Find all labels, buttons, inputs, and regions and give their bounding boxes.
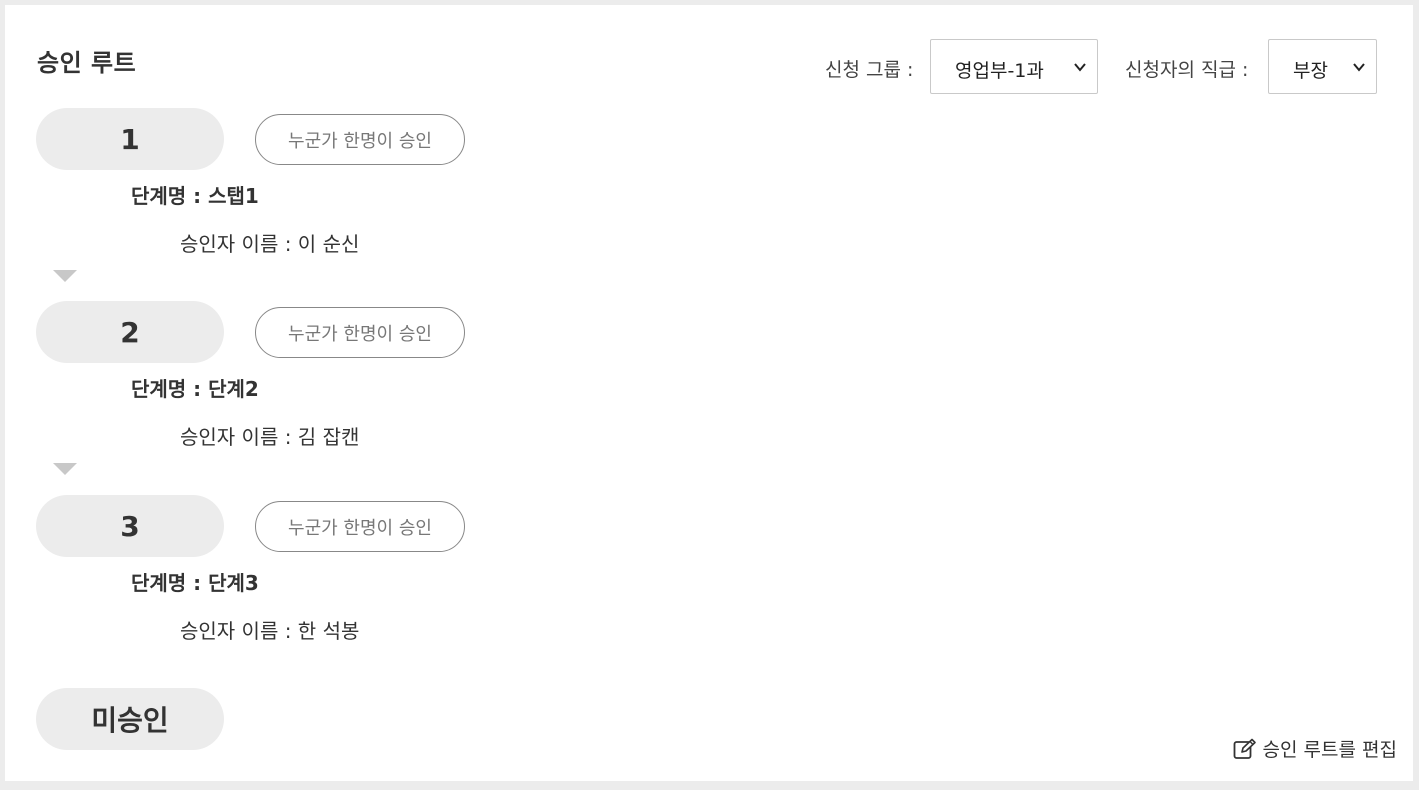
page-title: 승인 루트 bbox=[37, 49, 137, 77]
step-number-badge: 2 bbox=[36, 301, 224, 363]
step-number-badge: 3 bbox=[36, 495, 224, 557]
approver-name: 승인자 이름 : 이 순신 bbox=[180, 232, 360, 256]
chevron-down-icon bbox=[1074, 63, 1086, 72]
approval-rule-badge: 누군가 한명이 승인 bbox=[255, 114, 465, 165]
group-label: 신청 그룹 : bbox=[825, 59, 914, 81]
approver-name: 승인자 이름 : 한 석봉 bbox=[180, 619, 360, 643]
edit-route-link[interactable]: 승인 루트를 편집 bbox=[1233, 735, 1397, 762]
approver-name: 승인자 이름 : 김 잡캔 bbox=[180, 425, 360, 449]
arrow-down-icon bbox=[53, 270, 77, 282]
approval-rule-badge: 누군가 한명이 승인 bbox=[255, 307, 465, 358]
step-name: 단계명 : 단계2 bbox=[131, 377, 259, 401]
rank-select[interactable]: 부장 bbox=[1268, 39, 1377, 94]
rank-label: 신청자의 직급 : bbox=[1125, 59, 1249, 81]
group-select-value: 영업부-1과 bbox=[955, 60, 1044, 82]
edit-route-label: 승인 루트를 편집 bbox=[1262, 739, 1397, 761]
arrow-down-icon bbox=[53, 463, 77, 475]
final-status-badge: 미승인 bbox=[36, 688, 224, 750]
step-number-badge: 1 bbox=[36, 108, 224, 170]
group-select[interactable]: 영업부-1과 bbox=[930, 39, 1098, 94]
rank-select-value: 부장 bbox=[1293, 60, 1328, 82]
step-name: 단계명 : 스탭1 bbox=[131, 184, 259, 208]
approval-route-panel: 승인 루트 신청 그룹 : 영업부-1과 신청자의 직급 : 부장 1 누군가 … bbox=[5, 5, 1413, 781]
step-name: 단계명 : 단계3 bbox=[131, 571, 259, 595]
edit-icon bbox=[1233, 738, 1256, 759]
approval-rule-badge: 누군가 한명이 승인 bbox=[255, 501, 465, 552]
chevron-down-icon bbox=[1353, 63, 1365, 72]
